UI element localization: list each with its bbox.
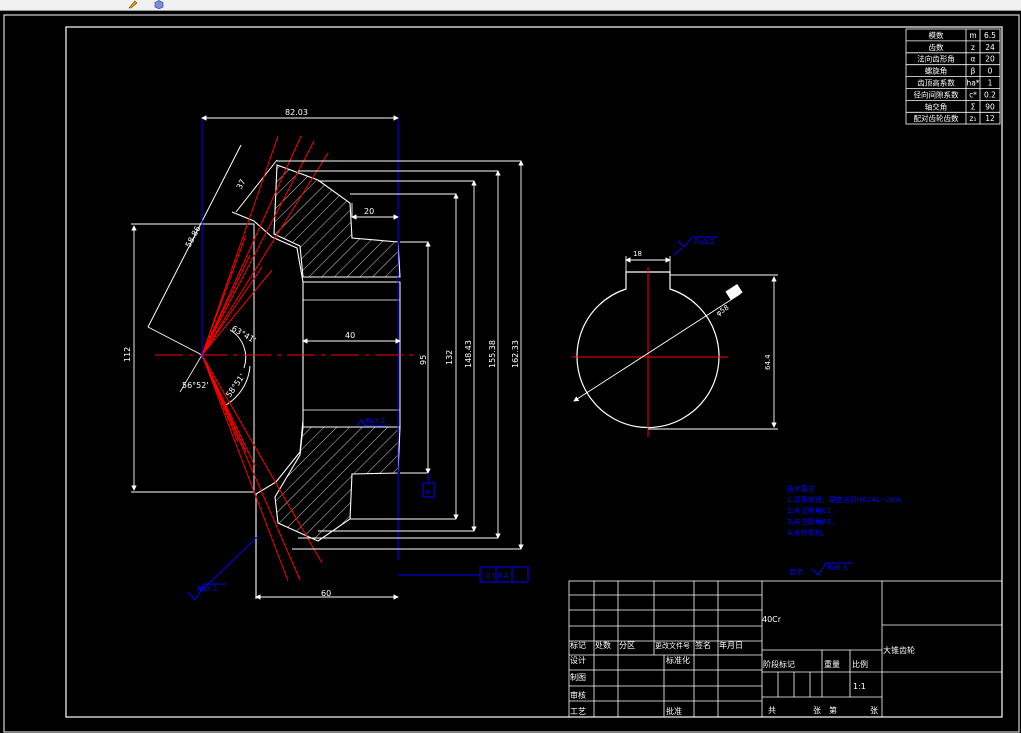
roughness-other-label: 其余 xyxy=(789,567,803,576)
dim-angle-1: 63°41' xyxy=(230,324,258,345)
tb-weight: 重量 xyxy=(824,659,840,669)
tb-row-label-2: 处数 xyxy=(595,640,611,650)
dim-bore-length: 40 xyxy=(345,331,355,340)
notes-line-1: 1.调质处理，硬度达到HB241~269。 xyxy=(787,495,906,504)
param-value: 24 xyxy=(985,43,995,52)
roughness-2: Ra3.2 xyxy=(365,417,385,425)
pencil-icon[interactable] xyxy=(128,0,138,9)
param-value: 1 xyxy=(988,79,993,88)
dim-key-width: 18 xyxy=(633,250,642,258)
param-value: 0.2 xyxy=(984,90,996,99)
dim-bottom: 60 xyxy=(321,589,331,598)
dim-hub-step: 20 xyxy=(364,207,374,216)
toolbar xyxy=(0,0,1021,11)
param-symbol: α xyxy=(971,55,976,64)
param-name: 模数 xyxy=(929,30,944,40)
param-symbol: β xyxy=(971,67,976,76)
param-name: 配对齿轮齿数 xyxy=(914,113,959,123)
tb-sheet-4: 张 xyxy=(870,706,878,715)
tb-row-label-1: 标记 xyxy=(570,640,586,650)
param-symbol: c* xyxy=(969,90,977,99)
tb-sheet-2: 张 xyxy=(813,706,821,715)
notes-line-2: 2.未注倒角C1。 xyxy=(787,506,838,515)
param-symbol: Σ xyxy=(971,102,976,111)
dim-angle-3: 58°51' xyxy=(224,372,247,399)
cube-icon[interactable] xyxy=(154,0,164,9)
cad-drawing: 模数 m 6.5 齿数 z 24 法向齿形角 α 20 螺旋角 β 0 齿顶高系数 ha* 1 径向间隙系数 c… xyxy=(3,14,1020,733)
dim-cone: 58.86 xyxy=(184,224,203,248)
datum-label: A xyxy=(425,488,430,496)
drawing-frame xyxy=(65,26,1003,718)
parameter-table: 模数 m 6.5 齿数 z 24 法向齿形角 α 20 螺旋角 β 0 齿顶高系数 ha* 1 径向间隙系数 c… xyxy=(905,28,1001,125)
param-name: 齿顶高系数 xyxy=(917,78,955,88)
tb-row-label-3: 分区 xyxy=(619,641,635,650)
param-symbol: ha* xyxy=(966,79,979,88)
param-name: 径向间隙系数 xyxy=(914,89,959,99)
outer-border xyxy=(3,14,1020,733)
technical-notes: 技术要求 1.调质处理，硬度达到HB241~269。 2.未注倒角C1。 3.未… xyxy=(787,484,906,537)
dim-bore-dia: φ58 xyxy=(715,304,731,318)
tb-left-label-4: 工艺 xyxy=(570,707,586,716)
tb-stage: 阶段标记 xyxy=(763,659,795,669)
param-value: 0 xyxy=(988,67,993,76)
param-name: 螺旋角 xyxy=(925,66,948,76)
hatched-section-lower xyxy=(274,426,401,542)
roughness-3: Ra3.2 xyxy=(694,238,714,246)
dim-face: 37 xyxy=(235,178,248,191)
tb-approve: 批准 xyxy=(666,706,682,716)
notes-line-3: 3.未注圆角R1。 xyxy=(787,517,838,526)
dim-angle-2: 56°52' xyxy=(182,381,209,390)
param-symbol: z₁ xyxy=(970,114,977,123)
dim-height: 112 xyxy=(123,347,132,362)
tb-sheet-1: 共 xyxy=(768,706,776,715)
param-value: 12 xyxy=(985,114,995,123)
tb-row-label-6: 年月日 xyxy=(719,640,743,650)
param-symbol: m xyxy=(969,31,976,40)
tb-standardize: 标准化 xyxy=(666,655,690,665)
param-value: 6.5 xyxy=(984,31,996,40)
param-name: 齿数 xyxy=(929,42,944,52)
dim-d162: 162.33 xyxy=(511,340,520,368)
tolerance-frame: 0.03 A xyxy=(486,572,509,580)
dim-d95: 95 xyxy=(419,355,428,365)
tb-scale-label: 比例 xyxy=(852,659,868,669)
gear-section-view: 82.03 20 40 60 112 95 132 148.43 155.38 … xyxy=(123,108,854,601)
param-value: 90 xyxy=(985,102,995,111)
dim-d132: 132 xyxy=(445,350,454,365)
param-name: 法向齿形角 xyxy=(917,54,955,64)
notes-title: 技术要求 xyxy=(787,484,815,493)
tb-left-label-2: 制图 xyxy=(570,672,586,682)
dim-d155: 155.38 xyxy=(488,340,497,368)
tb-scale: 1:1 xyxy=(853,682,866,691)
tb-left-label-3: 审核 xyxy=(570,690,586,700)
dim-width-top: 82.03 xyxy=(285,108,308,117)
param-symbol: z xyxy=(971,43,975,52)
param-name: 轴交角 xyxy=(925,101,948,111)
tb-sheet-3: 第 xyxy=(829,705,837,715)
dim-d148: 148.43 xyxy=(464,340,473,368)
tb-left-label-1: 设计 xyxy=(570,655,586,665)
material-label: 40Cr xyxy=(762,615,782,624)
gear-end-view: 18 64.4 φ58 xyxy=(572,250,778,437)
tb-row-label-5: 签名 xyxy=(695,640,711,650)
roughness-1: Ra3.2 xyxy=(197,585,217,593)
notes-line-4: 4.去除毛刺。 xyxy=(787,528,829,537)
part-name: 大锥齿轮 xyxy=(883,645,915,655)
dim-key-depth: 64.4 xyxy=(764,354,772,370)
param-value: 20 xyxy=(985,55,995,64)
roughness-4: Ra6.3 xyxy=(827,564,847,572)
tb-row-label-4: 更改文件号 xyxy=(655,641,690,650)
